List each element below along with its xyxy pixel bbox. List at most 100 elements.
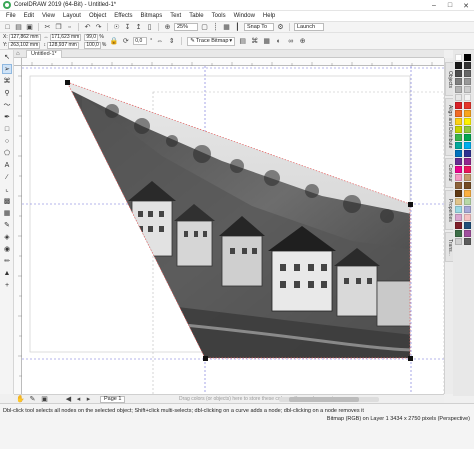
color-swatch[interactable] bbox=[455, 110, 462, 117]
color-swatch[interactable] bbox=[464, 150, 471, 157]
bitmap-color-mask-icon[interactable]: ◐ bbox=[274, 37, 283, 46]
color-swatch[interactable] bbox=[464, 102, 471, 109]
color-swatch[interactable] bbox=[455, 94, 462, 101]
scale-x-input[interactable]: 99,0 bbox=[84, 33, 99, 41]
menu-effects[interactable]: Effects bbox=[110, 11, 136, 21]
text-tool-icon[interactable]: A bbox=[2, 160, 12, 170]
color-swatch[interactable] bbox=[464, 222, 471, 229]
color-swatch[interactable] bbox=[455, 230, 462, 237]
perspective-node-bottom-right[interactable] bbox=[408, 356, 413, 361]
fill-icon[interactable]: ▲ bbox=[2, 268, 12, 278]
open-icon[interactable]: ▤ bbox=[14, 23, 23, 32]
height-input[interactable]: 128,937 mm bbox=[47, 41, 79, 49]
menu-table[interactable]: Table bbox=[185, 11, 207, 21]
pick-tool-icon[interactable]: ↖ bbox=[2, 52, 12, 62]
color-swatch[interactable] bbox=[455, 142, 462, 149]
color-swatch[interactable] bbox=[464, 142, 471, 149]
color-swatch[interactable] bbox=[464, 182, 471, 189]
mirror-vertical-icon[interactable]: ⇕ bbox=[167, 37, 176, 46]
menu-bitmaps[interactable]: Bitmaps bbox=[137, 11, 167, 21]
ruler-origin[interactable] bbox=[14, 58, 22, 66]
y-position-input[interactable]: 263,102 mm bbox=[8, 41, 41, 49]
zoom-in-icon[interactable]: ⊕ bbox=[163, 23, 172, 32]
color-swatch[interactable] bbox=[464, 62, 471, 69]
color-swatch[interactable] bbox=[464, 78, 471, 85]
menu-layout[interactable]: Layout bbox=[59, 11, 85, 21]
color-swatch[interactable] bbox=[455, 102, 462, 109]
color-swatch[interactable] bbox=[464, 54, 471, 61]
new-document-icon[interactable]: □ bbox=[3, 23, 12, 32]
zoom-level-dropdown[interactable]: 25% bbox=[174, 23, 198, 31]
menu-text[interactable]: Text bbox=[166, 11, 185, 21]
color-swatch[interactable] bbox=[455, 126, 462, 133]
perspective-bitmap[interactable] bbox=[62, 76, 422, 366]
color-swatch[interactable] bbox=[464, 110, 471, 117]
color-swatch[interactable] bbox=[455, 182, 462, 189]
color-swatch[interactable] bbox=[464, 126, 471, 133]
color-swatch[interactable] bbox=[464, 198, 471, 205]
paste-icon[interactable]: ▫ bbox=[65, 23, 74, 32]
perspective-node-top-left[interactable] bbox=[65, 80, 70, 85]
menu-file[interactable]: File bbox=[2, 11, 20, 21]
cut-icon[interactable]: ✂ bbox=[43, 23, 52, 32]
scrollbar-thumb[interactable] bbox=[289, 397, 359, 402]
undo-icon[interactable]: ↶ bbox=[83, 23, 92, 32]
edit-bitmap-icon[interactable]: ▤ bbox=[238, 37, 247, 46]
show-grid-icon[interactable]: ▦ bbox=[222, 23, 231, 32]
color-swatch[interactable] bbox=[464, 118, 471, 125]
zoom-tool-icon[interactable]: ⚲ bbox=[2, 88, 12, 98]
smart-fill-tool-icon[interactable]: ◉ bbox=[2, 244, 12, 254]
crop-bitmap-icon[interactable]: ⌘ bbox=[250, 37, 259, 46]
color-swatch[interactable] bbox=[464, 158, 471, 165]
color-swatch[interactable] bbox=[455, 206, 462, 213]
color-swatch[interactable] bbox=[455, 86, 462, 93]
horizontal-ruler[interactable] bbox=[22, 58, 444, 66]
snap-to-dropdown[interactable]: Snap To bbox=[244, 23, 274, 31]
color-swatch[interactable] bbox=[464, 166, 471, 173]
menu-window[interactable]: Window bbox=[230, 11, 259, 21]
color-swatch[interactable] bbox=[455, 118, 462, 125]
resample-icon[interactable]: ▦ bbox=[262, 37, 271, 46]
color-swatch[interactable] bbox=[455, 134, 462, 141]
color-swatch[interactable] bbox=[455, 70, 462, 77]
show-rulers-icon[interactable]: ┊ bbox=[211, 23, 220, 32]
rotation-input[interactable]: 0,0 bbox=[133, 37, 148, 45]
bitmap-link-icon[interactable]: ∞ bbox=[286, 37, 295, 46]
color-swatch[interactable] bbox=[455, 62, 462, 69]
color-swatch[interactable] bbox=[455, 174, 462, 181]
menu-object[interactable]: Object bbox=[85, 11, 110, 21]
x-position-input[interactable]: 127,862 mm bbox=[8, 33, 41, 41]
quick-customize-icon[interactable]: ⊕ bbox=[298, 37, 307, 46]
close-button[interactable]: ✕ bbox=[458, 0, 474, 11]
tab-untitled-1[interactable]: Untitled-1* bbox=[26, 50, 62, 58]
artistic-media-tool-icon[interactable]: ✒ bbox=[2, 112, 12, 122]
page-1-tab[interactable]: Page 1 bbox=[100, 396, 126, 403]
color-swatch[interactable] bbox=[455, 198, 462, 205]
color-swatch[interactable] bbox=[464, 214, 471, 221]
copy-icon[interactable]: ❐ bbox=[54, 23, 63, 32]
drawing-canvas[interactable] bbox=[22, 66, 444, 396]
launch-dropdown[interactable]: Launch bbox=[294, 23, 324, 31]
color-swatch[interactable] bbox=[455, 54, 462, 61]
search-content-icon[interactable]: ☉ bbox=[112, 23, 121, 32]
lock-ratio-icon[interactable]: 🔒 bbox=[109, 37, 118, 46]
color-swatch[interactable] bbox=[464, 70, 471, 77]
shape-tool-icon[interactable]: ➢ bbox=[2, 64, 12, 74]
color-swatch[interactable] bbox=[464, 174, 471, 181]
mirror-horizontal-icon[interactable]: ⇔ bbox=[155, 37, 164, 46]
perspective-node-top-right[interactable] bbox=[408, 202, 413, 207]
redo-icon[interactable]: ↷ bbox=[94, 23, 103, 32]
color-swatch[interactable] bbox=[455, 190, 462, 197]
color-swatch[interactable] bbox=[455, 158, 462, 165]
rotation-icon[interactable]: ⟳ bbox=[121, 37, 130, 46]
add-tool-icon[interactable]: + bbox=[2, 280, 12, 290]
interactive-fill-tool-icon[interactable]: ◈ bbox=[2, 232, 12, 242]
polygon-tool-icon[interactable]: ⬠ bbox=[2, 148, 12, 158]
color-swatch[interactable] bbox=[464, 230, 471, 237]
crop-tool-icon[interactable]: ⌘ bbox=[2, 76, 12, 86]
vertical-ruler[interactable] bbox=[14, 66, 22, 396]
show-guidelines-icon[interactable]: ┃ bbox=[233, 23, 242, 32]
menu-view[interactable]: View bbox=[38, 11, 59, 21]
menu-edit[interactable]: Edit bbox=[20, 11, 38, 21]
color-swatch[interactable] bbox=[464, 190, 471, 197]
